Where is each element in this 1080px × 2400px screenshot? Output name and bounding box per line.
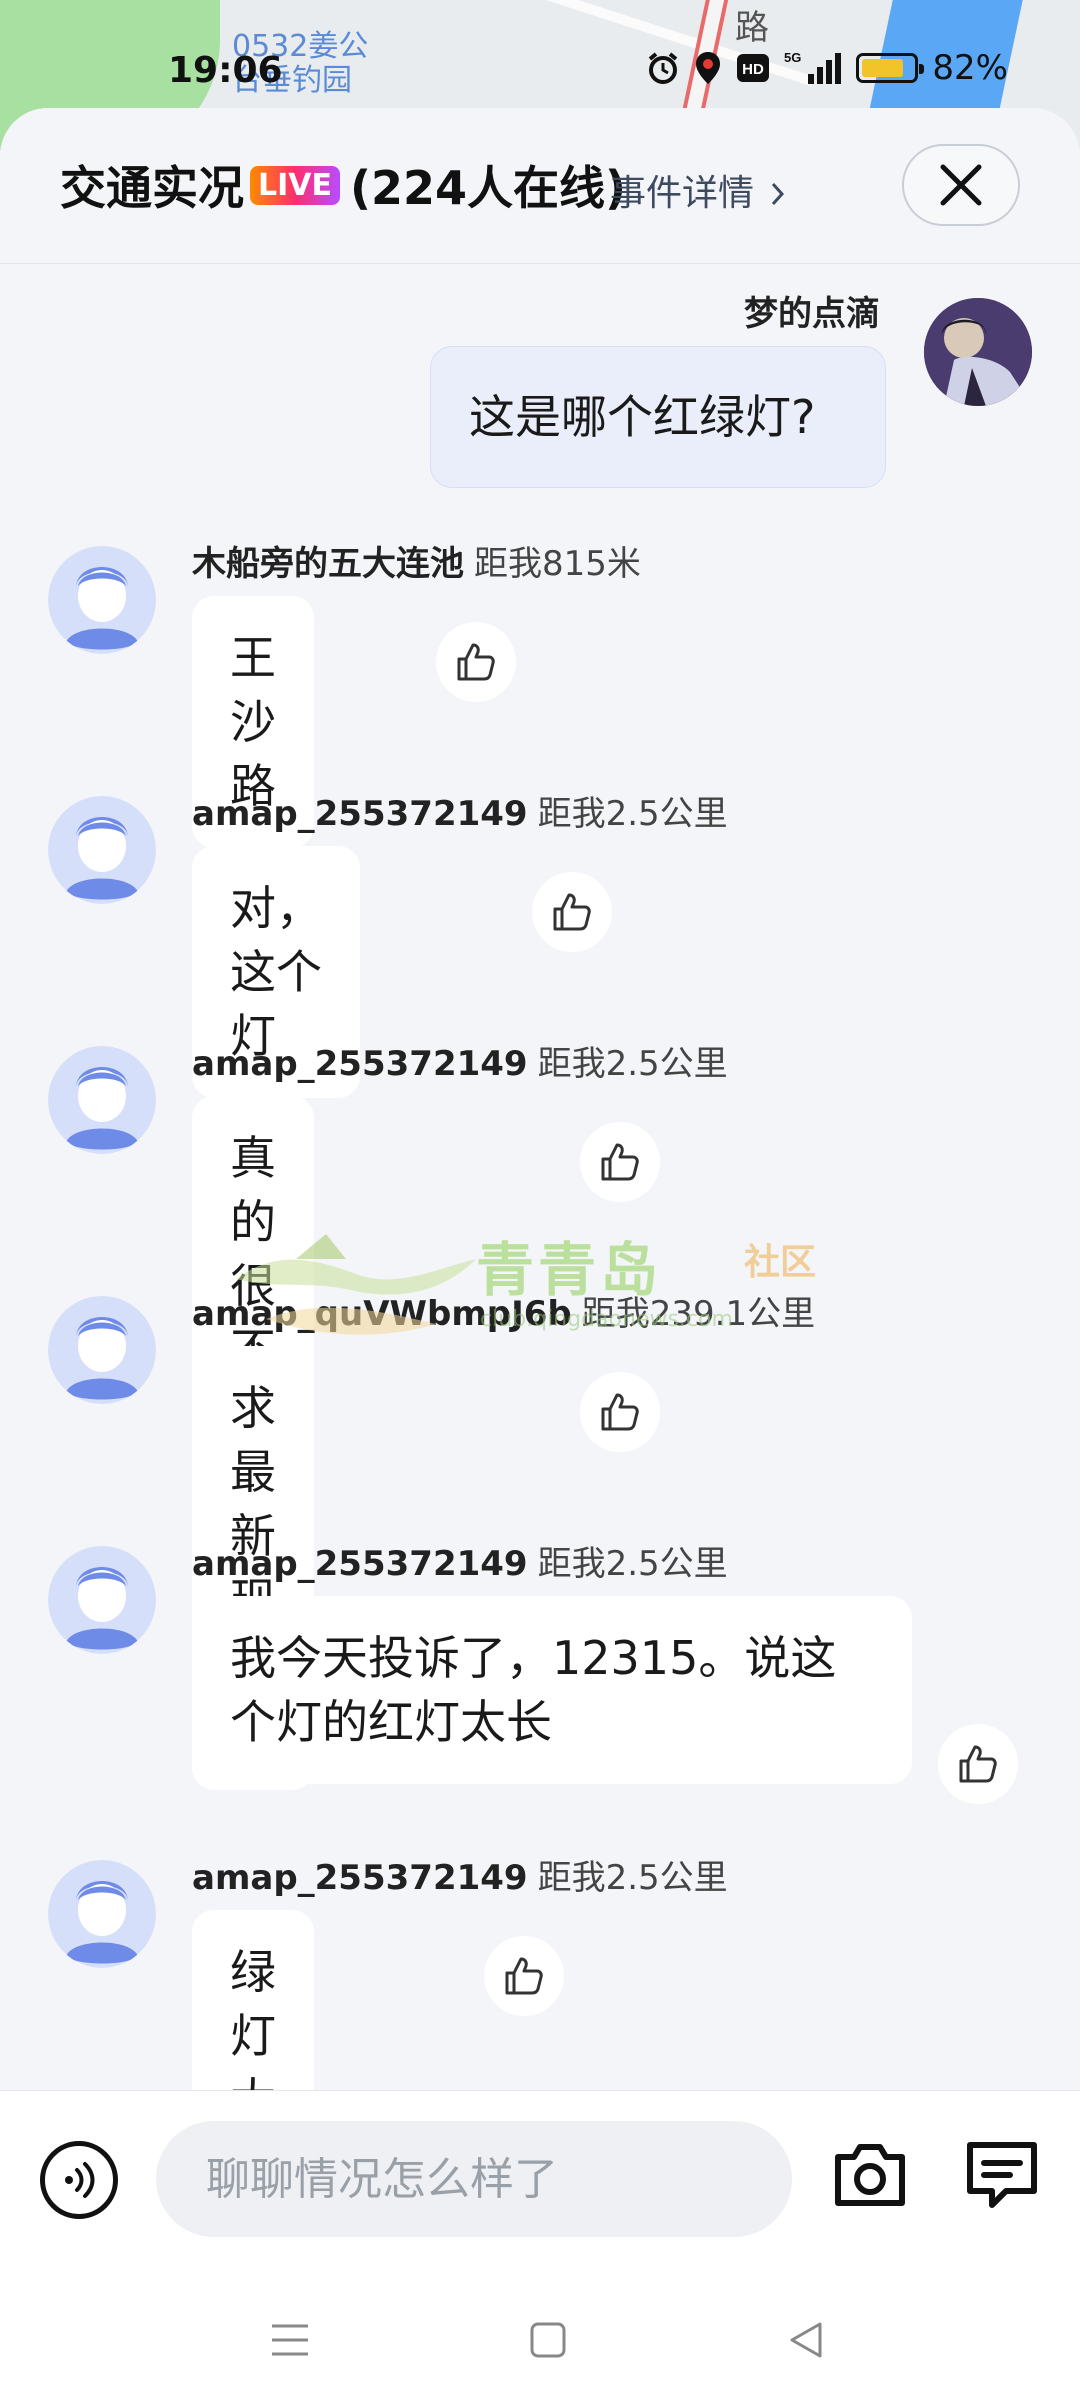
- default-user-avatar-icon: [48, 1860, 156, 1968]
- thumbs-up-icon: [553, 893, 591, 931]
- user-photo-icon: [924, 298, 1032, 406]
- message-sender: amap_quVWbmpJ6b 距我239.1公里: [192, 1294, 816, 1334]
- thumbs-up-icon: [505, 1957, 543, 1995]
- battery-percent: 82%: [932, 48, 1008, 88]
- traffic-chat-sheet: 交通实况 LIVE (224人在线) 事件详情 梦的点滴 这是哪个红绿灯? 木船…: [0, 108, 1080, 2400]
- system-nav-bar: [0, 2268, 1080, 2400]
- hd-icon: HD: [737, 54, 770, 82]
- avatar[interactable]: [48, 1046, 156, 1154]
- menu-button[interactable]: [260, 2310, 320, 2370]
- like-button[interactable]: [532, 872, 612, 952]
- default-user-avatar-icon: [48, 1296, 156, 1404]
- message-sender: amap_255372149 距我2.5公里: [192, 1544, 728, 1584]
- like-button[interactable]: [580, 1122, 660, 1202]
- message-sender: amap_255372149 距我2.5公里: [192, 1044, 728, 1084]
- map-road-label: 路: [735, 8, 769, 48]
- message-sender: amap_255372149 距我2.5公里: [192, 794, 728, 834]
- message-sender: 梦的点滴: [744, 294, 880, 334]
- default-user-avatar-icon: [48, 796, 156, 904]
- chat-input-bar: [0, 2090, 1080, 2268]
- avatar[interactable]: [48, 546, 156, 654]
- watermark-suffix: 社区: [744, 1242, 817, 1283]
- close-icon: [940, 164, 982, 206]
- chat-input[interactable]: [156, 2121, 792, 2237]
- back-icon: [790, 2322, 822, 2358]
- avatar[interactable]: [924, 298, 1032, 406]
- like-button[interactable]: [436, 622, 516, 702]
- home-button[interactable]: [518, 2310, 578, 2370]
- message-bubble[interactable]: 我今天投诉了，12315。说这 个灯的红灯太长: [192, 1596, 912, 1784]
- event-details-link[interactable]: 事件详情: [610, 164, 787, 216]
- voice-button[interactable]: [40, 2141, 118, 2219]
- chat-header: 交通实况 LIVE (224人在线) 事件详情: [0, 108, 1080, 264]
- avatar[interactable]: [48, 1860, 156, 1968]
- location-icon: [696, 52, 721, 84]
- close-button[interactable]: [902, 144, 1020, 226]
- message-line: 个灯的红灯太长: [230, 1695, 552, 1749]
- alarm-icon: [649, 52, 678, 84]
- avatar[interactable]: [48, 1546, 156, 1654]
- live-badge: LIVE: [250, 165, 340, 205]
- page-title: 交通实况 LIVE (224人在线): [60, 152, 626, 218]
- chevron-right-icon: [772, 182, 785, 206]
- camera-button[interactable]: [830, 2135, 910, 2215]
- message-sender: amap_255372149 距我2.5公里: [192, 1858, 728, 1898]
- home-icon: [530, 2322, 566, 2358]
- back-button[interactable]: [776, 2310, 836, 2370]
- signal-icon: 5G: [784, 50, 842, 84]
- hd-label: HD: [743, 61, 765, 78]
- thumbs-up-icon: [457, 643, 495, 681]
- message-sender: 木船旁的五大连池 距我815米: [192, 544, 641, 584]
- default-user-avatar-icon: [48, 1546, 156, 1654]
- battery-icon: [856, 53, 925, 83]
- status-icons: HD 5G 82%: [646, 48, 1008, 88]
- menu-icon: [272, 2324, 308, 2356]
- avatar[interactable]: [48, 1296, 156, 1404]
- like-button[interactable]: [938, 1724, 1018, 1804]
- camera-icon: [835, 2144, 905, 2206]
- event-details-label: 事件详情: [610, 173, 755, 214]
- message-line: 我今天投诉了，12315。说这: [230, 1631, 837, 1685]
- status-time: 19:06: [168, 50, 283, 91]
- message-bubble[interactable]: 这是哪个红绿灯?: [430, 346, 886, 488]
- title-text: 交通实况: [60, 161, 244, 215]
- default-user-avatar-icon: [48, 1046, 156, 1154]
- default-user-avatar-icon: [48, 546, 156, 654]
- thumbs-up-icon: [601, 1143, 639, 1181]
- thumbs-up-icon: [959, 1745, 997, 1783]
- thumbs-up-icon: [601, 1393, 639, 1431]
- message-button[interactable]: [962, 2135, 1042, 2215]
- voice-icon: [65, 2162, 95, 2198]
- avatar[interactable]: [48, 796, 156, 904]
- like-button[interactable]: [484, 1936, 564, 2016]
- online-count: (224人在线): [350, 161, 627, 215]
- battery-level: [862, 59, 904, 77]
- like-button[interactable]: [580, 1372, 660, 1452]
- message-icon: [967, 2142, 1037, 2208]
- network-label: 5G: [784, 50, 801, 65]
